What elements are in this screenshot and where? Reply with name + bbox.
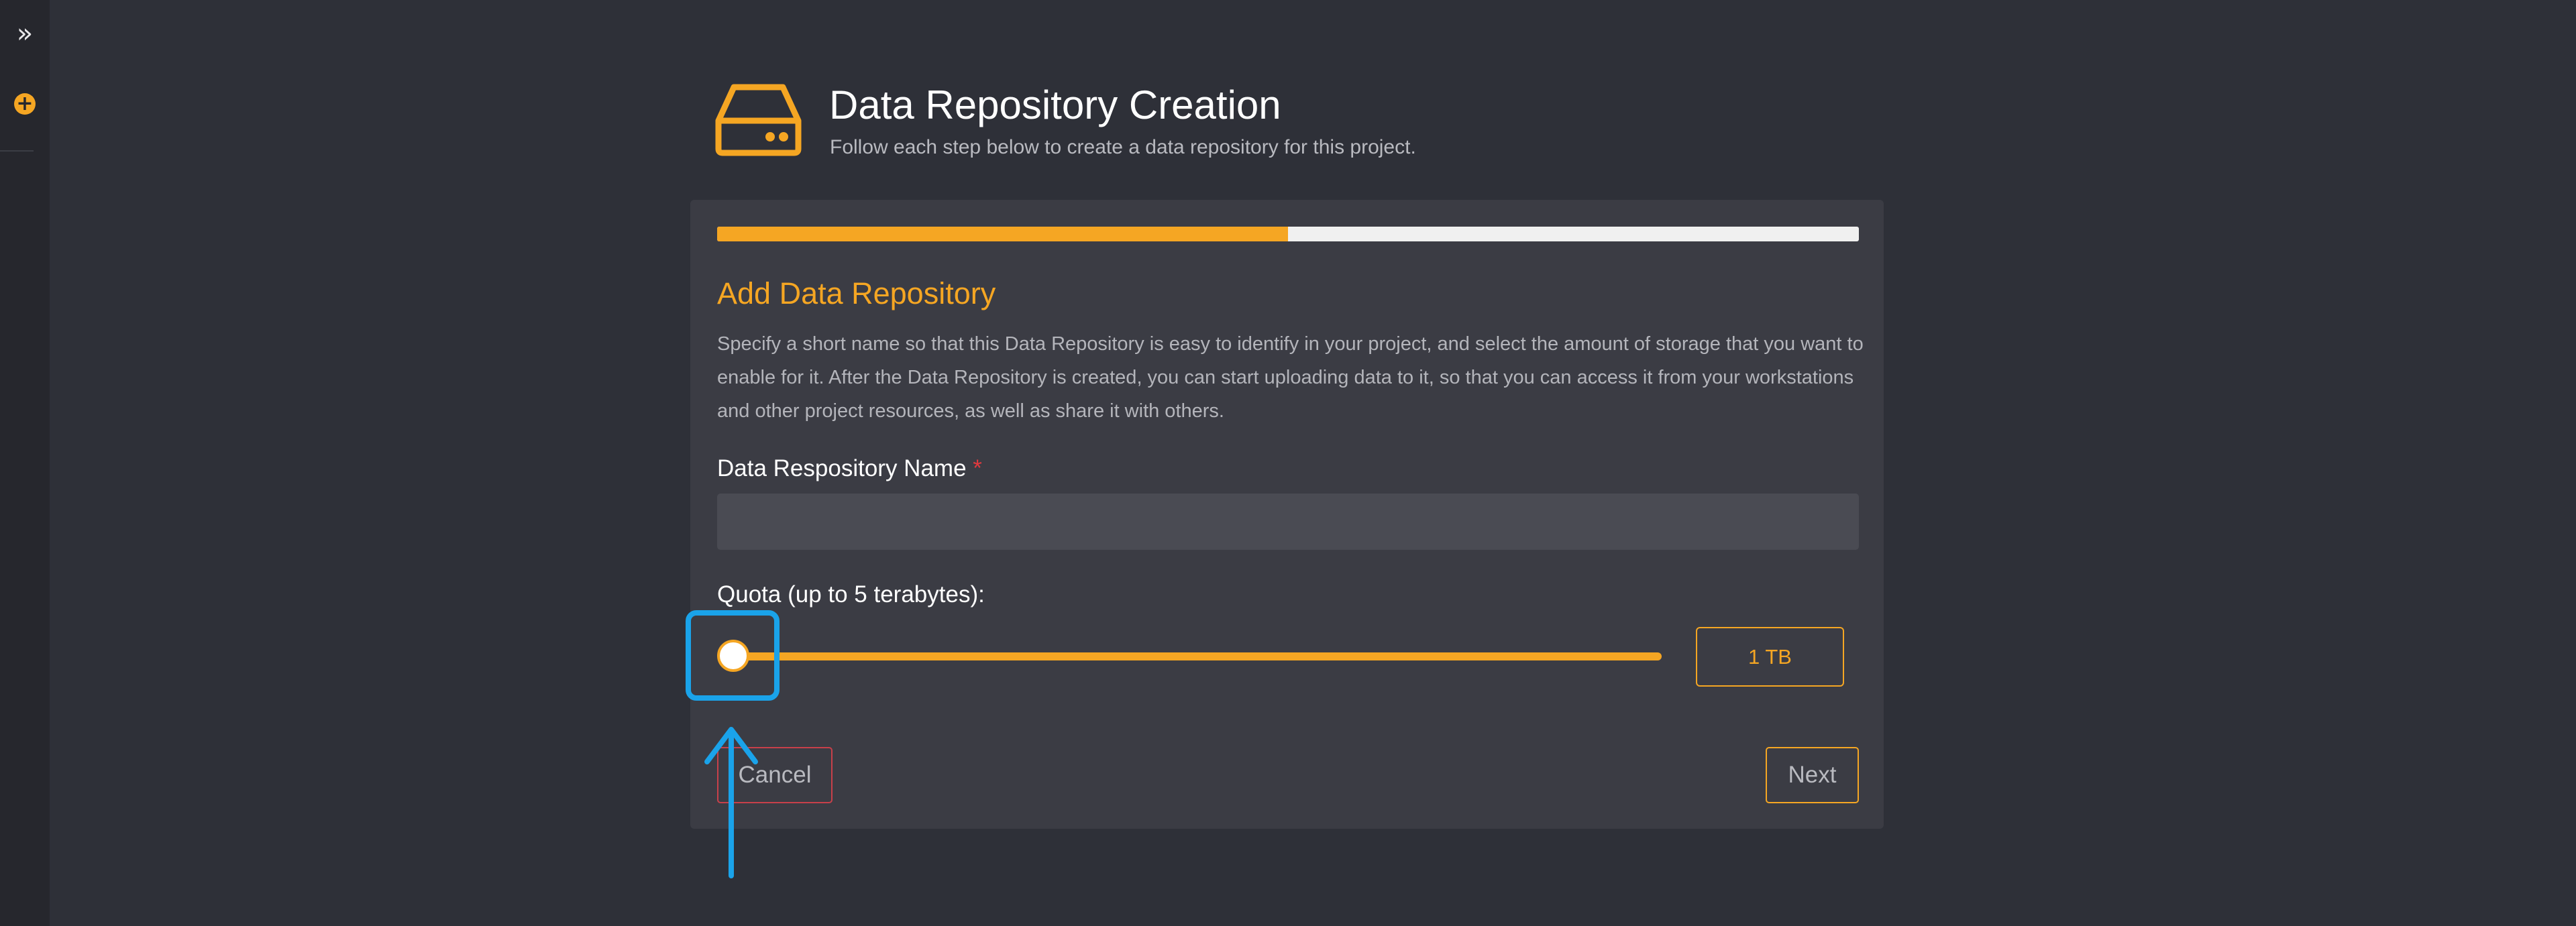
wizard-card: Add Data Repository Specify a short name… [690, 200, 1884, 829]
quota-label: Quota (up to 5 terabytes): [717, 581, 985, 607]
step-progress-bar [717, 227, 1859, 241]
quota-value-display: 1 TB [1696, 627, 1844, 687]
hard-drive-icon [715, 84, 802, 156]
double-chevron-right-icon[interactable]: » [0, 15, 50, 52]
name-field-label: Data Respository Name * [717, 452, 982, 485]
annotation-highlight-box [686, 610, 780, 701]
plus-circle-icon: + [14, 93, 36, 115]
add-button[interactable]: + [0, 87, 50, 121]
required-marker: * [973, 455, 982, 481]
page-subtitle: Follow each step below to create a data … [830, 136, 1416, 158]
quota-slider-track[interactable] [733, 652, 1662, 660]
sidebar: » + [0, 0, 50, 926]
step-title: Add Data Repository [717, 276, 996, 310]
page-title: Data Repository Creation [829, 82, 1281, 127]
repository-name-input[interactable] [717, 494, 1859, 550]
sidebar-divider [0, 150, 34, 152]
annotation-arrow-icon [704, 727, 758, 878]
next-button[interactable]: Next [1766, 747, 1859, 803]
name-label-text: Data Respository Name [717, 455, 967, 481]
step-progress-fill [717, 227, 1288, 241]
step-description: Specify a short name so that this Data R… [717, 333, 1864, 422]
